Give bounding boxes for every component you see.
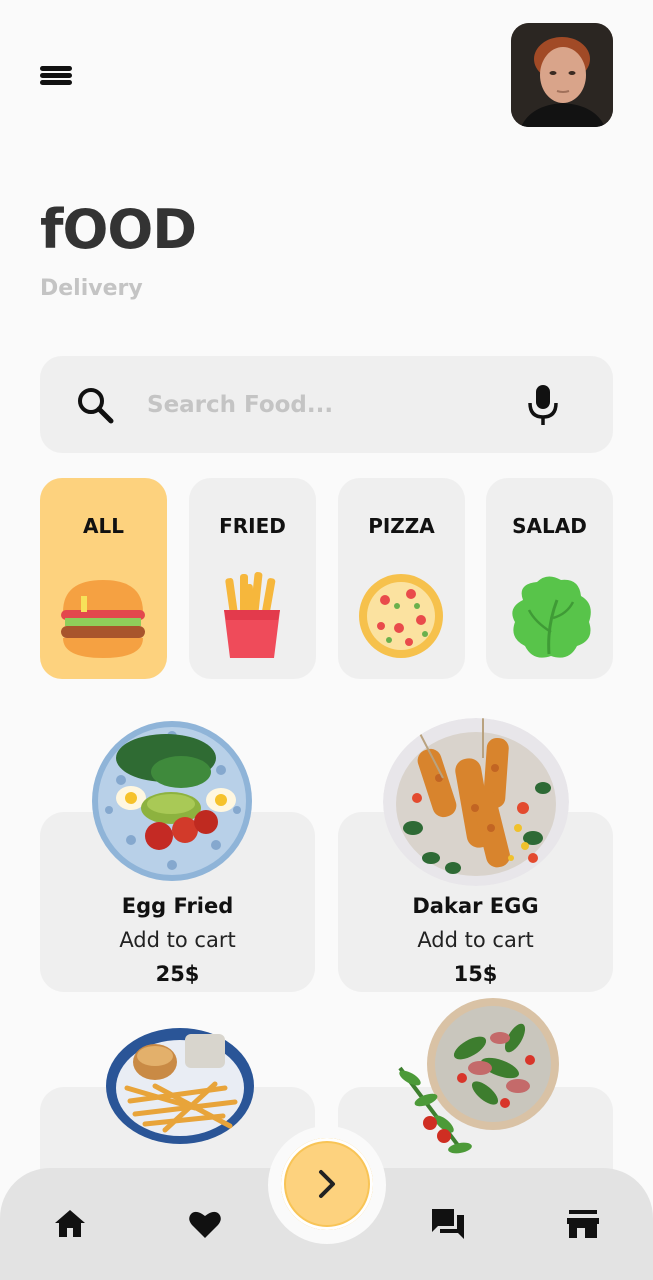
fries-icon [224, 572, 280, 658]
category-all[interactable]: ALL [40, 478, 167, 679]
category-label: ALL [83, 514, 124, 538]
fries-burger-dish-image [106, 1028, 254, 1144]
salad-dish-image [398, 998, 559, 1154]
dakar-egg-dish-image [383, 718, 569, 886]
hamburger-menu-icon[interactable] [40, 66, 72, 86]
category-salad[interactable]: SALAD [486, 478, 613, 679]
microphone-icon[interactable] [525, 383, 561, 427]
category-label: FRIED [219, 514, 286, 538]
store-icon[interactable] [565, 1206, 601, 1242]
page-subtitle: Delivery [40, 276, 143, 301]
search-bar[interactable] [40, 356, 613, 453]
lettuce-icon [512, 576, 591, 658]
chevron-right-icon [319, 1170, 335, 1198]
egg-fried-dish-image [92, 721, 252, 881]
add-to-cart-link[interactable]: Add to cart [40, 928, 315, 952]
home-icon[interactable] [52, 1206, 88, 1242]
add-to-cart-link[interactable]: Add to cart [338, 928, 613, 952]
search-icon[interactable] [76, 386, 114, 424]
page-title: fOOD [40, 198, 197, 261]
pizza-icon [359, 574, 443, 658]
category-pizza[interactable]: PIZZA [338, 478, 465, 679]
category-label: SALAD [512, 514, 587, 538]
food-name: Egg Fried [121, 894, 234, 918]
next-button[interactable] [281, 1138, 373, 1230]
food-price: 25$ [155, 962, 200, 986]
food-price: 15$ [453, 962, 498, 986]
burger-icon [61, 580, 145, 658]
category-label: PIZZA [368, 514, 435, 538]
avatar[interactable] [511, 23, 613, 127]
chat-icon[interactable] [430, 1206, 466, 1242]
heart-icon[interactable] [187, 1206, 223, 1242]
search-input[interactable] [145, 386, 479, 424]
food-name: Dakar EGG [412, 894, 539, 918]
category-fried[interactable]: FRIED [189, 478, 316, 679]
